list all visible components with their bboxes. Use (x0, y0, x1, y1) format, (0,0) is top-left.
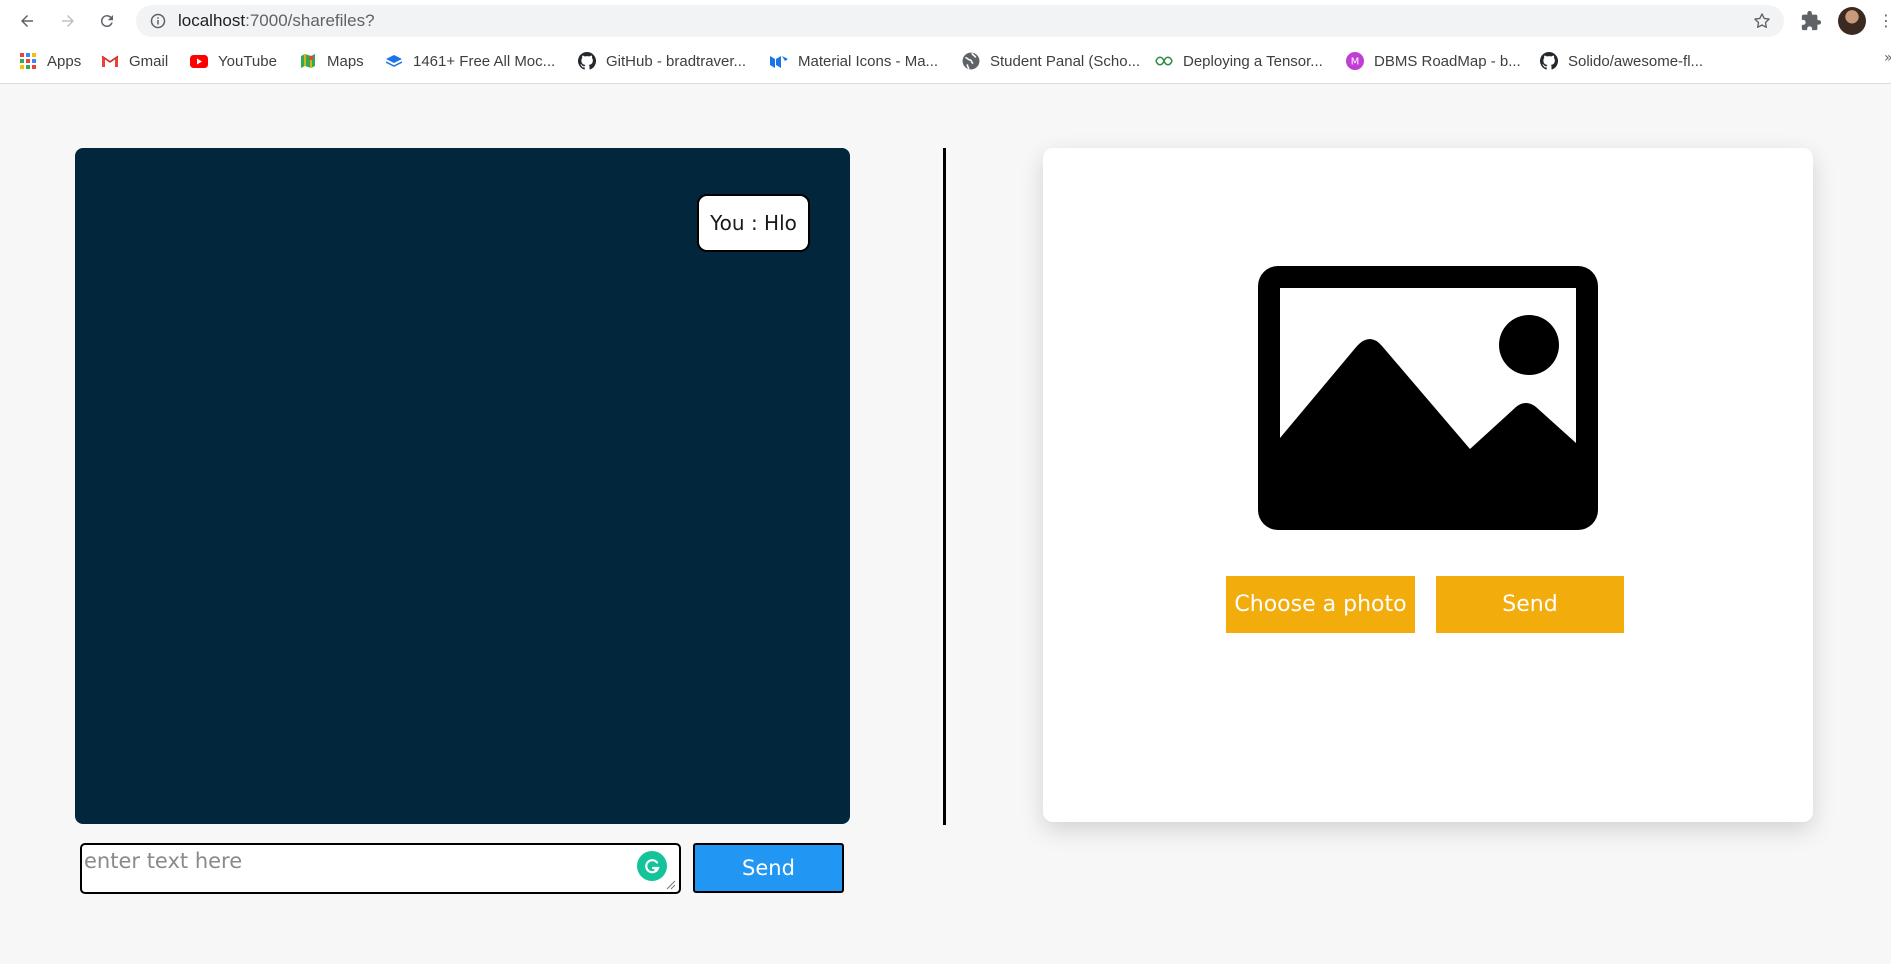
url-host: localhost (178, 11, 246, 30)
avatar[interactable] (1838, 7, 1866, 35)
bookmark-label: Solido/awesome-fl... (1568, 52, 1704, 70)
bookmark-student-panal[interactable]: Student Panal (Scho... (962, 50, 1140, 72)
bookmarks-overflow-icon[interactable]: » (1884, 50, 1891, 66)
upload-send-button[interactable]: Send (1436, 576, 1624, 633)
apps-grid-icon (19, 52, 37, 70)
forward-arrow-icon[interactable] (56, 9, 80, 33)
grammarly-icon[interactable] (637, 851, 667, 881)
star-icon[interactable] (1752, 11, 1772, 31)
bookmark-youtube[interactable]: YouTube (190, 50, 277, 72)
browser-chrome: localhost:7000/sharefiles? ⋮ Apps Gmail … (0, 0, 1891, 84)
bookmark-label: Maps (327, 52, 364, 70)
bookmark-solido-awesome[interactable]: Solido/awesome-fl... (1540, 50, 1703, 72)
url-text[interactable]: localhost:7000/sharefiles? (178, 5, 375, 37)
maps-icon (299, 52, 317, 70)
puzzle-icon[interactable] (1800, 10, 1822, 32)
svg-text:M: M (1351, 57, 1360, 68)
github-icon (578, 52, 596, 70)
chat-text-input[interactable] (80, 843, 681, 894)
photo-upload-card: Choose a photo Send (1043, 148, 1813, 822)
github-icon (1540, 52, 1558, 70)
layers-icon (385, 52, 403, 70)
url-path: :7000/sharefiles? (245, 11, 375, 30)
bookmark-material-icons[interactable]: Material Icons - Ma... (770, 50, 938, 72)
bookmark-label: GitHub - bradtraver... (606, 52, 747, 70)
bookmark-mockups[interactable]: 1461+ Free All Moc... (385, 50, 555, 72)
back-arrow-icon[interactable] (15, 9, 39, 33)
resize-grip-icon[interactable] (666, 880, 676, 890)
bookmark-label: 1461+ Free All Moc... (413, 52, 556, 70)
reload-icon[interactable] (95, 9, 119, 33)
chat-messages-panel: You : Hlo (75, 148, 850, 824)
browser-toolbar: localhost:7000/sharefiles? ⋮ (0, 0, 1891, 42)
bookmark-gmail[interactable]: Gmail (101, 50, 168, 72)
address-bar[interactable]: localhost:7000/sharefiles? (136, 5, 1784, 37)
image-placeholder-icon (1258, 266, 1598, 530)
bookmark-github-brad[interactable]: GitHub - bradtraver... (578, 50, 746, 72)
more-icon[interactable]: ⋮ (1878, 12, 1891, 30)
globe-icon (962, 52, 980, 70)
bookmark-label: Gmail (129, 52, 169, 70)
bookmarks-bar: Apps Gmail YouTube Maps 1461+ Free All M… (0, 44, 1891, 78)
bookmark-label: Student Panal (Scho... (990, 52, 1141, 70)
bookmark-apps[interactable]: Apps (19, 50, 81, 72)
link-icon (1155, 52, 1173, 70)
chat-message: You : Hlo (697, 194, 810, 252)
vertical-divider (943, 148, 946, 825)
m-circle-icon: M (1346, 52, 1364, 70)
material-icon (770, 52, 788, 70)
youtube-icon (190, 52, 208, 70)
choose-photo-button[interactable]: Choose a photo (1226, 576, 1415, 633)
gmail-icon (101, 52, 119, 70)
bookmark-label: DBMS RoadMap - b... (1374, 52, 1521, 70)
bookmark-label: Deploying a Tensor... (1183, 52, 1323, 70)
bookmark-dbms-roadmap[interactable]: M DBMS RoadMap - b... (1346, 50, 1521, 72)
bookmark-deploying-tensor[interactable]: Deploying a Tensor... (1155, 50, 1323, 72)
bookmark-maps[interactable]: Maps (299, 50, 364, 72)
info-icon[interactable] (150, 13, 166, 29)
bookmark-label: YouTube (218, 52, 277, 70)
bookmark-label: Material Icons - Ma... (798, 52, 939, 70)
bookmark-label: Apps (47, 52, 82, 70)
chat-send-button[interactable]: Send (693, 843, 844, 893)
